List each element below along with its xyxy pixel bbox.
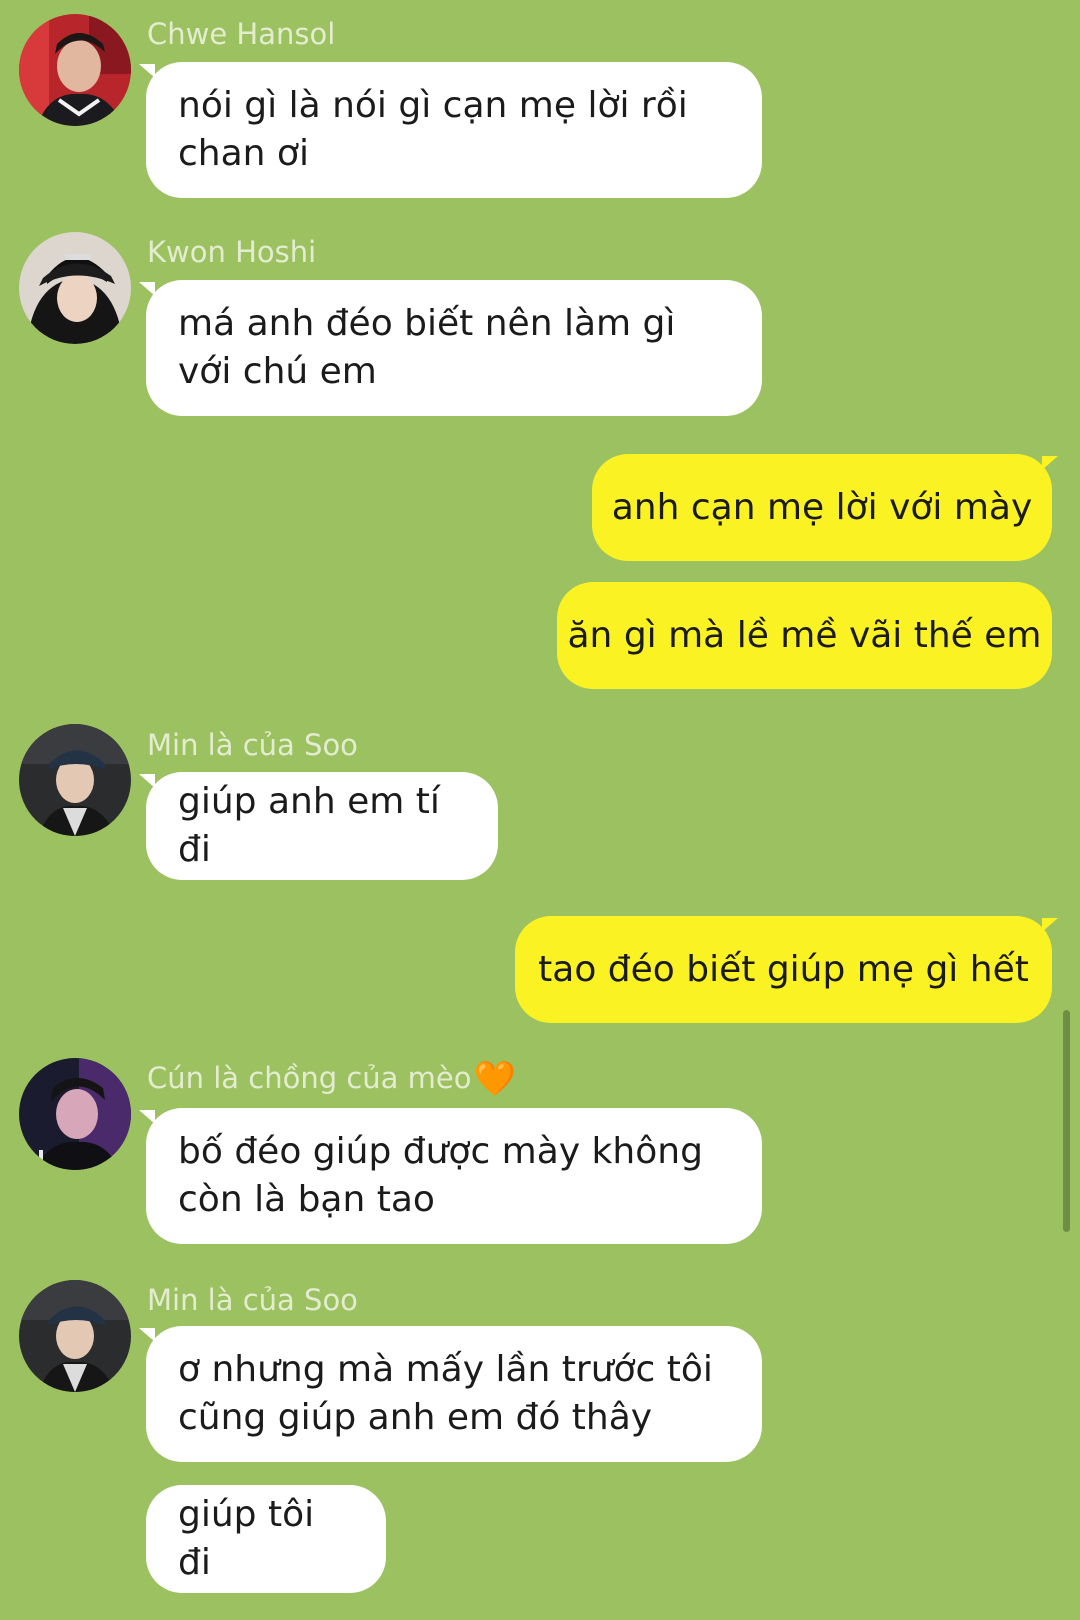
message-bubble[interactable]: bố đéo giúp được mày không còn là bạn ta… bbox=[146, 1108, 762, 1244]
message-bubble[interactable]: giúp tôi đi bbox=[146, 1485, 386, 1593]
sender-avatar[interactable] bbox=[19, 232, 131, 344]
message-bubble[interactable]: nói gì là nói gì cạn mẹ lời rồi chan ơi bbox=[146, 62, 762, 198]
sender-avatar[interactable] bbox=[19, 14, 131, 126]
orange-heart-icon: 🧡 bbox=[473, 1059, 516, 1099]
sender-name: Cún là chồng của mèo🧡 bbox=[147, 1060, 516, 1097]
message-text: giúp tôi đi bbox=[178, 1494, 315, 1583]
sender-name: Min là của Soo bbox=[147, 728, 358, 762]
message-text: bố đéo giúp được mày không còn là bạn ta… bbox=[178, 1131, 703, 1220]
sender-avatar[interactable] bbox=[19, 1280, 131, 1392]
message-bubble[interactable]: ơ nhưng mà mấy lần trước tôi cũng giúp a… bbox=[146, 1326, 762, 1462]
outgoing-message-bubble[interactable]: ăn gì mà lề mề vãi thế em bbox=[557, 582, 1052, 689]
sender-name: Kwon Hoshi bbox=[147, 235, 317, 269]
sender-avatar[interactable] bbox=[19, 1058, 131, 1170]
message-bubble[interactable]: giúp anh em tí đi bbox=[146, 772, 498, 880]
outgoing-message-bubble[interactable]: tao đéo biết giúp mẹ gì hết bbox=[515, 916, 1052, 1023]
sender-avatar[interactable] bbox=[19, 724, 131, 836]
message-bubble[interactable]: má anh đéo biết nên làm gì với chú em bbox=[146, 280, 762, 416]
message-text: nói gì là nói gì cạn mẹ lời rồi chan ơi bbox=[178, 85, 688, 174]
outgoing-message-bubble[interactable]: anh cạn mẹ lời với mày bbox=[592, 454, 1052, 561]
message-text: ơ nhưng mà mấy lần trước tôi cũng giúp a… bbox=[178, 1349, 713, 1438]
sender-name: Chwe Hansol bbox=[147, 17, 336, 51]
sender-name: Min là của Soo bbox=[147, 1283, 358, 1317]
scrollbar[interactable] bbox=[1063, 1010, 1070, 1232]
message-text: tao đéo biết giúp mẹ gì hết bbox=[538, 948, 1029, 990]
message-text: giúp anh em tí đi bbox=[178, 781, 440, 870]
sender-name-text: Cún là chồng của mèo bbox=[147, 1061, 472, 1095]
message-text: ăn gì mà lề mề vãi thế em bbox=[567, 614, 1042, 656]
message-text: má anh đéo biết nên làm gì với chú em bbox=[178, 303, 676, 392]
message-text: anh cạn mẹ lời với mày bbox=[611, 486, 1033, 528]
